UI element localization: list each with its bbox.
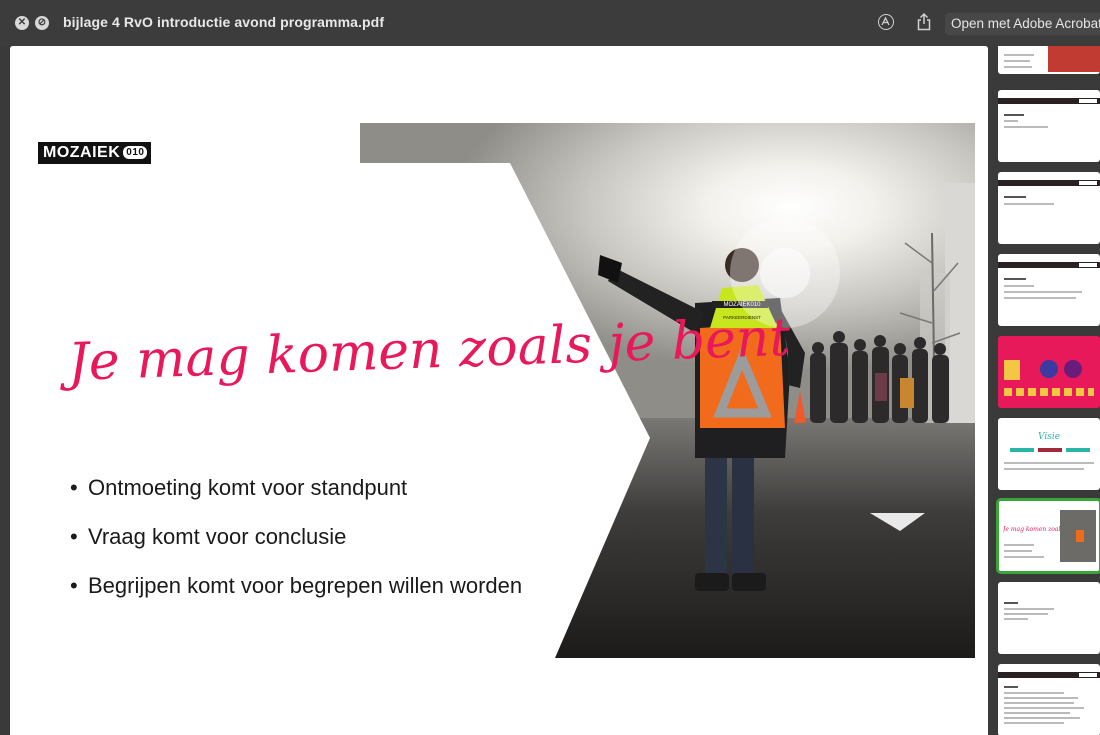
vest-text: MOZAIEK010 (723, 302, 761, 308)
page-thumbnail[interactable] (998, 582, 1100, 654)
close-window-icon[interactable]: ✕ (15, 16, 29, 30)
bullet-list: Ontmoeting komt voor standpunt Vraag kom… (70, 476, 522, 623)
document-view[interactable]: MOZAIEK 010 MOZAIEK010 PARKEERDIENST Je … (10, 46, 988, 735)
minimize-disabled-icon[interactable]: ⊘ (35, 16, 49, 30)
preview-window: ✕ ⊘ bijlage 4 RvO introductie avond prog… (0, 0, 1100, 735)
page-thumbnail[interactable] (998, 172, 1100, 244)
page-thumbnail[interactable] (998, 90, 1100, 162)
share-icon[interactable] (916, 12, 932, 32)
thumb-script-label: Je mag komen zoals je bent (1003, 526, 1065, 533)
thumb-vision-label: Visie (1038, 432, 1061, 442)
page-thumbnail[interactable] (998, 664, 1100, 735)
bullet-item: Begrijpen komt voor begrepen willen word… (70, 574, 522, 599)
logo-text: MOZAIEK (43, 144, 121, 161)
logo-badge: 010 (123, 146, 148, 159)
page-thumbnail-selected[interactable]: Je mag komen zoals je bent (996, 498, 1100, 574)
window-title: bijlage 4 RvO introductie avond programm… (63, 14, 385, 30)
page-thumbnail[interactable] (998, 46, 1100, 74)
page-thumbnail[interactable] (998, 336, 1100, 408)
title-bar: ✕ ⊘ bijlage 4 RvO introductie avond prog… (0, 0, 1100, 46)
open-with-acrobat-button[interactable]: Open met Adobe Acrobat (945, 13, 1100, 35)
pdf-slide: MOZAIEK 010 MOZAIEK010 PARKEERDIENST Je … (10, 46, 988, 735)
page-thumbnail[interactable] (998, 254, 1100, 326)
thumbnail-sidebar[interactable]: Visie Je mag komen zoals je bent (996, 46, 1100, 735)
bullet-item: Ontmoeting komt voor standpunt (70, 476, 522, 501)
bullet-item: Vraag komt voor conclusie (70, 525, 522, 550)
mozaiek-logo: MOZAIEK 010 (38, 142, 152, 164)
markup-icon[interactable] (878, 14, 894, 30)
page-thumbnail[interactable]: Visie (998, 418, 1100, 490)
